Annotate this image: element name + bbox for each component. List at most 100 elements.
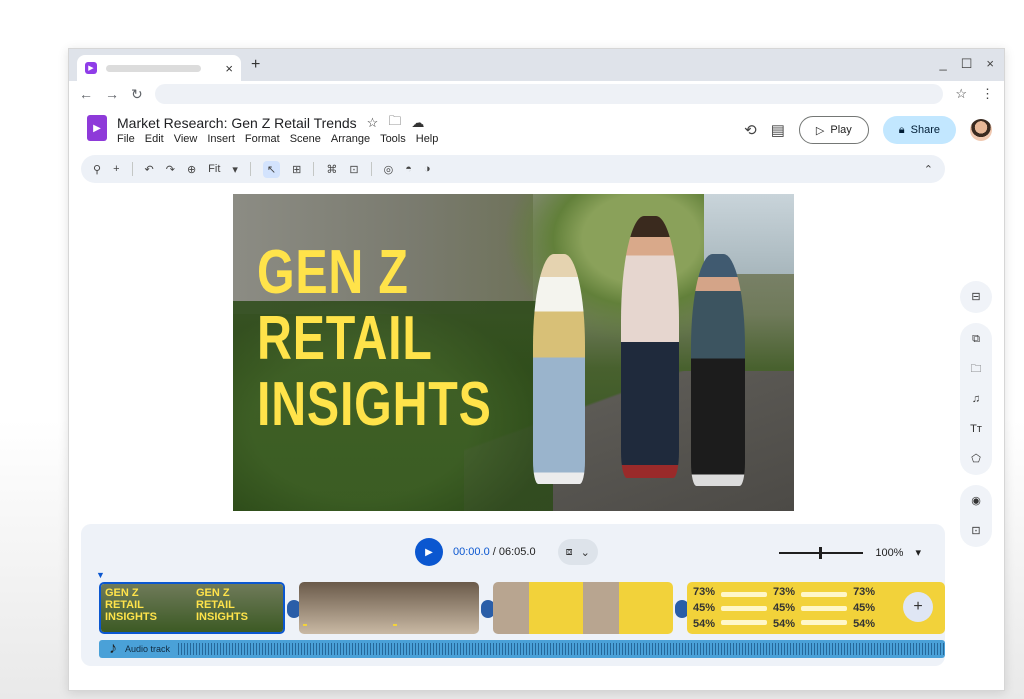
timeline-panel: ▶ 00:00.0 / 06:05.0 ⧈ ⌄ 100% ▾ ▼ GEN Z R… xyxy=(81,524,945,666)
person-figure xyxy=(533,254,585,484)
headline-line: GEN Z xyxy=(257,238,409,307)
clip-thumbnail: GEN Z RETAIL INSIGHTS xyxy=(101,584,192,632)
zoom-level-dropdown-icon[interactable]: ▾ xyxy=(915,546,921,559)
stat-value: 73% xyxy=(853,586,876,598)
forward-icon[interactable]: → xyxy=(105,86,119,102)
play-button[interactable]: ▷ Play xyxy=(798,116,869,144)
text-icon[interactable]: Tт xyxy=(970,421,982,437)
lock-icon: 🔒︎ xyxy=(898,123,905,136)
close-tab-icon[interactable]: × xyxy=(225,61,233,76)
move-folder-icon[interactable]: 🗀 xyxy=(388,112,401,134)
stat-value: 45% xyxy=(853,602,876,614)
text-box-icon[interactable]: ⊞ xyxy=(292,163,301,176)
comments-icon[interactable]: ▤ xyxy=(771,121,785,139)
person-figure xyxy=(621,216,679,478)
scene-clip[interactable] xyxy=(493,582,673,634)
clip-stats: 73% 45% 54% xyxy=(847,582,881,634)
zoom-slider-thumb[interactable] xyxy=(819,546,823,559)
clip-stat-captions xyxy=(801,582,848,634)
export-icon[interactable]: ⊡ xyxy=(971,523,980,539)
zoom-level[interactable]: 100% xyxy=(875,547,903,559)
background-icon[interactable]: ⊡ xyxy=(349,163,358,176)
scene-clip[interactable]: GEN Z RETAIL INSIGHTS GEN Z RETAIL INSIG… xyxy=(99,582,285,634)
palette-icon[interactable]: ◎ xyxy=(384,163,394,176)
toolbar-divider xyxy=(131,162,133,176)
audio-track[interactable]: ♪ Audio track xyxy=(99,640,945,658)
music-icon[interactable]: ♫ xyxy=(972,391,980,407)
vids-logo-icon[interactable]: ▶ xyxy=(87,115,107,141)
zoom-fit-select[interactable]: Fit xyxy=(208,163,220,175)
share-button[interactable]: 🔒︎ Share xyxy=(882,116,956,144)
menu-view[interactable]: View xyxy=(174,133,198,145)
document-title[interactable]: Market Research: Gen Z Retail Trends xyxy=(117,115,357,131)
paint-format-icon[interactable]: ⌘ xyxy=(326,163,337,176)
tab-strip: ▶ × + _ ☐ × xyxy=(69,49,1004,81)
zoom-slider[interactable] xyxy=(779,546,864,559)
record-icon[interactable]: ◉ xyxy=(971,493,981,509)
timecode: 00:00.0 / 06:05.0 xyxy=(453,546,536,558)
address-bar: ← → ↻ ☆ ⋮ xyxy=(69,81,1004,107)
menu-edit[interactable]: Edit xyxy=(145,133,164,145)
vids-favicon-icon: ▶ xyxy=(85,62,97,74)
folder-icon[interactable]: 🗀 xyxy=(971,361,982,377)
menu-scene[interactable]: Scene xyxy=(290,133,321,145)
playhead-marker-icon[interactable]: ▼ xyxy=(96,570,105,580)
scene-canvas[interactable]: GEN Z RETAIL INSIGHTS xyxy=(233,194,794,511)
back-icon[interactable]: ← xyxy=(79,86,93,102)
clip-stats: 73% 45% 54% xyxy=(687,582,721,634)
timeline-play-button[interactable]: ▶ xyxy=(415,538,443,566)
music-note-icon: ♪ xyxy=(109,640,117,657)
stat-value: 54% xyxy=(693,618,716,630)
zoom-icon[interactable]: ⊕ xyxy=(187,163,196,176)
omnibox[interactable] xyxy=(154,84,944,104)
stat-value: 45% xyxy=(693,602,716,614)
menu-arrange[interactable]: Arrange xyxy=(331,133,370,145)
close-window-icon[interactable]: × xyxy=(986,56,994,72)
version-history-icon[interactable]: ⟲ xyxy=(744,121,757,139)
timeline-mode-button[interactable]: ⧈ ⌄ xyxy=(557,539,598,565)
browser-menu-icon[interactable]: ⋮ xyxy=(981,86,994,102)
scene-clip[interactable]: 73% 45% 54% 73% 45% 54% 73% 45% 54% + xyxy=(687,582,945,634)
collapse-toolbar-icon[interactable]: ⌃ xyxy=(924,163,933,176)
scene-clip[interactable] xyxy=(299,582,479,634)
media-icon[interactable]: ⧉ xyxy=(972,331,980,347)
new-tab-button[interactable]: + xyxy=(251,56,260,74)
avatar[interactable] xyxy=(970,119,992,141)
maximize-icon[interactable]: ☐ xyxy=(961,56,973,72)
fill-color-icon[interactable]: ◓ xyxy=(405,163,412,175)
shapes-icon[interactable]: ⬠ xyxy=(971,451,981,467)
app-header: ▶ Market Research: Gen Z Retail Trends ☆… xyxy=(69,107,1004,155)
clip-thumbnail xyxy=(389,582,479,634)
header-actions: ⟲ ▤ ▷ Play 🔒︎ Share xyxy=(744,116,992,144)
select-tool-icon[interactable]: ↖ xyxy=(262,160,281,178)
minimize-icon[interactable]: _ xyxy=(940,56,947,72)
reload-icon[interactable]: ↻ xyxy=(131,86,143,103)
play-label: Play xyxy=(830,124,852,136)
add-icon[interactable]: + xyxy=(113,163,119,175)
bookmark-star-icon[interactable]: ☆ xyxy=(955,86,967,102)
undo-icon[interactable]: ↶ xyxy=(145,163,154,176)
search-icon[interactable]: ⚲ xyxy=(93,163,101,176)
audio-waveform xyxy=(178,643,945,655)
menu-format[interactable]: Format xyxy=(245,133,280,145)
menu-file[interactable]: File xyxy=(117,133,135,145)
document-title-row: Market Research: Gen Z Retail Trends ☆ 🗀… xyxy=(117,112,424,134)
menu-help[interactable]: Help xyxy=(416,133,439,145)
zoom-dropdown-icon[interactable]: ▾ xyxy=(232,163,238,176)
transport-controls: ▶ 00:00.0 / 06:05.0 ⧈ ⌄ xyxy=(415,538,598,566)
star-icon[interactable]: ☆ xyxy=(367,115,379,131)
slide-headline[interactable]: GEN Z RETAIL INSIGHTS xyxy=(257,240,492,438)
toolbar-divider xyxy=(249,162,251,176)
browser-window: ▶ × + _ ☐ × ← → ↻ ☆ ⋮ ▶ Market Research:… xyxy=(68,48,1005,691)
menu-insert[interactable]: Insert xyxy=(207,133,235,145)
add-scene-icon[interactable]: ⊟ xyxy=(971,289,980,305)
effects-icon[interactable]: ◑ xyxy=(424,163,431,175)
cloud-save-icon[interactable]: ☁ xyxy=(411,115,424,131)
stat-value: 54% xyxy=(773,618,796,630)
stat-value: 45% xyxy=(773,602,796,614)
menu-tools[interactable]: Tools xyxy=(380,133,406,145)
chevron-down-icon: ⌄ xyxy=(580,546,590,559)
redo-icon[interactable]: ↷ xyxy=(166,163,175,176)
add-scene-button[interactable]: + xyxy=(903,592,933,622)
browser-tab[interactable]: ▶ × xyxy=(77,55,241,81)
